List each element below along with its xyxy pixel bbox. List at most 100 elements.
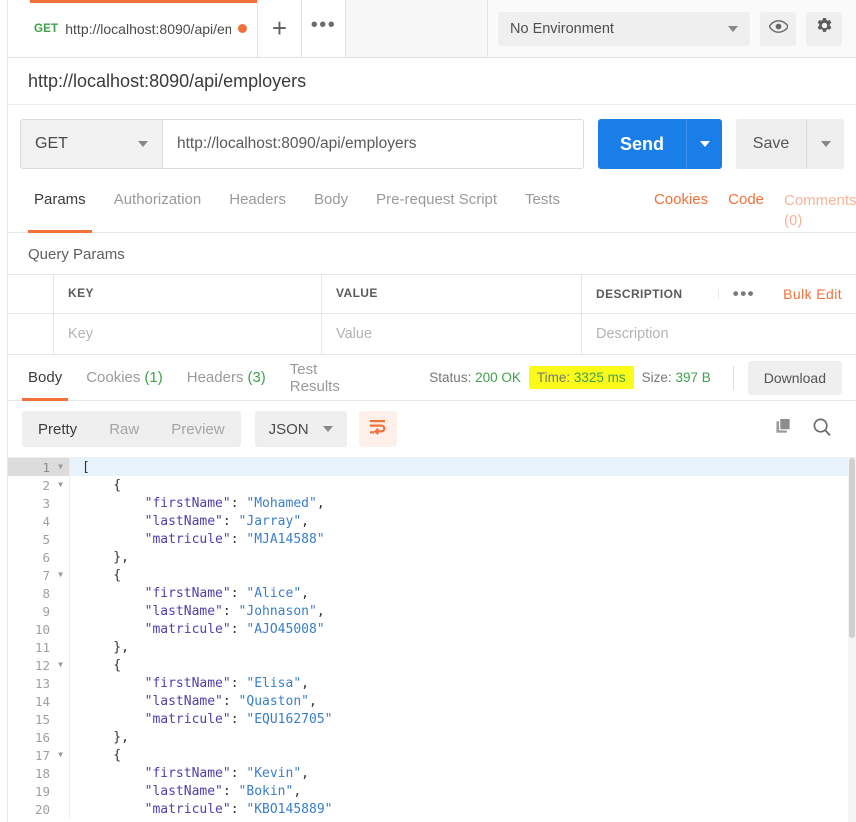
row-checkbox-cell[interactable]	[8, 314, 54, 354]
copy-icon[interactable]	[775, 417, 794, 441]
response-tab-cookies-label: Cookies	[86, 369, 141, 386]
response-meta: Status: 200 OK Time: 3325 ms Size: 397 B	[421, 365, 747, 390]
send-button[interactable]: Send	[598, 119, 686, 169]
request-tab-active[interactable]: GET http://localhost:8090/api/employ	[8, 0, 258, 57]
fold-arrow-icon[interactable]: ▼	[55, 751, 63, 759]
line-number: 9▼	[8, 602, 70, 620]
code-text: "matricule": "EQU162705"	[82, 711, 333, 727]
format-select[interactable]: JSON	[254, 411, 347, 447]
line-number: 13▼	[8, 674, 70, 692]
param-key-input[interactable]: Key	[54, 314, 322, 354]
fold-arrow-icon[interactable]: ▼	[55, 463, 63, 471]
response-tab-headers-count: (3)	[247, 369, 266, 386]
tab-pre-request-script[interactable]: Pre-request Script	[362, 181, 511, 233]
save-button[interactable]: Save	[736, 119, 806, 169]
code-link[interactable]: Code	[718, 181, 774, 208]
sidebar-rail	[0, 0, 8, 822]
send-options-button[interactable]	[686, 119, 722, 169]
column-header-key: KEY	[54, 275, 322, 313]
tab-more-button[interactable]: •••	[302, 0, 346, 57]
status-meta: Status: 200 OK	[421, 367, 529, 388]
code-text: {	[82, 657, 122, 673]
code-line: 20▼ "matricule": "KBO145889"	[8, 800, 856, 818]
code-line: 5▼ "matricule": "MJA14588"	[8, 530, 856, 548]
tab-body[interactable]: Body	[300, 181, 362, 233]
line-number: 8▼	[8, 584, 70, 602]
request-links: Cookies Code Comments (0)	[644, 181, 856, 232]
line-number: 15▼	[8, 710, 70, 728]
code-line: 6▼ },	[8, 548, 856, 566]
chevron-down-icon	[322, 426, 333, 432]
code-line: 7 ▼ {	[8, 566, 856, 584]
response-tab-headers[interactable]: Headers (3)	[175, 355, 278, 401]
cookies-link[interactable]: Cookies	[644, 181, 718, 208]
tab-headers[interactable]: Headers	[215, 181, 300, 233]
request-tabs: Params Authorization Headers Body Pre-re…	[8, 181, 856, 233]
line-number: 18▼	[8, 764, 70, 782]
line-number: 12 ▼	[8, 656, 70, 674]
code-line: 12 ▼ {	[8, 656, 856, 674]
code-text: },	[82, 639, 129, 655]
response-tab-test-results-label: Test Results	[289, 360, 340, 395]
scrollbar-thumb[interactable]	[849, 458, 855, 638]
tab-tests[interactable]: Tests	[511, 181, 574, 233]
code-text: },	[82, 549, 129, 565]
save-options-button[interactable]	[806, 119, 844, 169]
code-text: "lastName": "Johnason",	[82, 603, 325, 619]
search-icon[interactable]	[812, 417, 832, 442]
response-tab-test-results[interactable]: Test Results	[278, 355, 372, 401]
status-label: Status:	[429, 370, 472, 385]
environment-selected-label: No Environment	[510, 20, 614, 37]
url-input[interactable]: http://localhost:8090/api/employers	[162, 119, 584, 169]
view-mode-preview[interactable]: Preview	[155, 411, 240, 447]
chevron-down-icon	[138, 141, 148, 147]
view-mode-raw[interactable]: Raw	[93, 411, 155, 447]
code-line: 13▼ "firstName": "Elisa",	[8, 674, 856, 692]
param-description-input[interactable]: Description	[582, 314, 856, 354]
status-value: 200 OK	[475, 370, 521, 385]
line-number: 3▼	[8, 494, 70, 512]
response-body-viewer[interactable]: 1▼[2▼ {3▼ "firstName": "Mohamed",4▼ "las…	[8, 457, 856, 822]
response-bar: Body Cookies (1) Headers (3) Test Result…	[8, 355, 856, 401]
code-line: 15▼ "matricule": "EQU162705"	[8, 710, 856, 728]
query-params-title: Query Params	[8, 233, 856, 274]
fold-arrow-icon[interactable]: ▼	[55, 571, 63, 579]
environment-select[interactable]: No Environment	[498, 11, 750, 46]
code-text: "matricule": "KBO145889"	[82, 801, 333, 817]
code-text: {	[82, 747, 122, 763]
column-header-description-label: DESCRIPTION	[596, 287, 683, 301]
tab-params[interactable]: Params	[20, 181, 100, 233]
method-select[interactable]: GET	[20, 119, 162, 169]
chevron-down-icon	[728, 25, 738, 32]
fold-arrow-icon[interactable]: ▼	[55, 481, 63, 489]
table-header-row: KEY VALUE DESCRIPTION ••• Bulk Edit	[8, 275, 856, 314]
response-tab-body[interactable]: Body	[16, 355, 74, 401]
view-mode-pretty[interactable]: Pretty	[22, 411, 93, 447]
code-line: 8▼ "firstName": "Alice",	[8, 584, 856, 602]
eye-icon	[768, 19, 789, 38]
settings-button[interactable]	[806, 11, 842, 46]
gear-icon	[815, 17, 834, 41]
response-body-scrollbar[interactable]	[848, 458, 856, 822]
request-title: http://localhost:8090/api/employers	[8, 58, 856, 105]
code-text: "firstName": "Mohamed",	[82, 495, 325, 511]
code-text: "firstName": "Elisa",	[82, 675, 309, 691]
fold-arrow-icon[interactable]: ▼	[55, 661, 63, 669]
chevron-down-icon	[699, 141, 710, 147]
param-value-input[interactable]: Value	[322, 314, 582, 354]
tab-authorization[interactable]: Authorization	[100, 181, 216, 233]
code-line: 19▼ "lastName": "Bokin",	[8, 782, 856, 800]
bulk-edit-button[interactable]: Bulk Edit	[769, 286, 842, 302]
word-wrap-button[interactable]	[358, 411, 397, 447]
tab-bar: GET http://localhost:8090/api/employ + •…	[8, 0, 856, 58]
comments-link[interactable]: Comments (0)	[774, 181, 856, 232]
environment-quick-look-button[interactable]	[760, 11, 796, 46]
response-tab-cookies[interactable]: Cookies (1)	[74, 355, 175, 401]
params-more-button[interactable]: •••	[717, 285, 769, 302]
new-tab-button[interactable]: +	[258, 0, 302, 57]
save-group: Save	[736, 119, 844, 169]
download-button[interactable]: Download	[747, 360, 842, 395]
response-view-toolbar: Pretty Raw Preview JSON	[8, 401, 856, 457]
code-text: "lastName": "Jarray",	[82, 513, 309, 529]
column-header-value: VALUE	[322, 275, 582, 313]
